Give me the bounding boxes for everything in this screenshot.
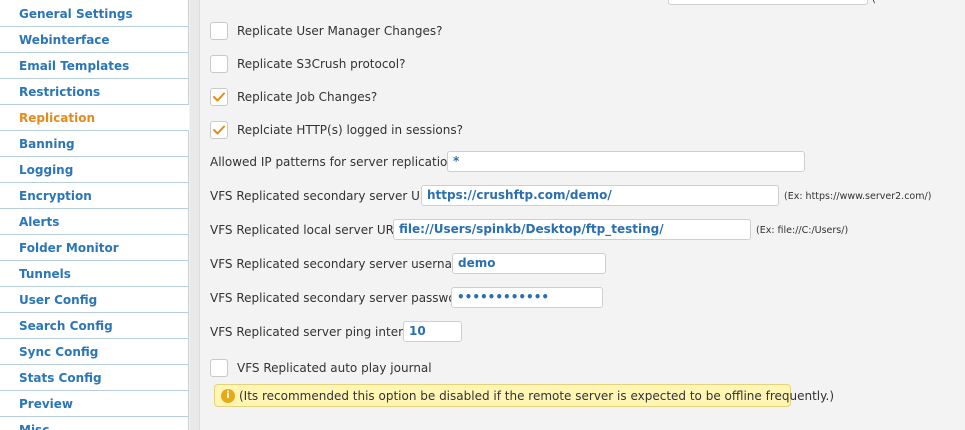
replicate-job-changes-label: Replicate Job Changes?	[237, 90, 378, 104]
sidebar-item-replication[interactable]: Replication	[0, 105, 189, 131]
sidebar-item-tunnels[interactable]: Tunnels	[0, 261, 189, 287]
sidebar-item-search-config[interactable]: Search Config	[0, 313, 189, 339]
replication-settings-panel: ( Replicate User Manager Changes? Replic…	[201, 0, 965, 430]
secondary-password-label: VFS Replicated secondary server password…	[210, 291, 476, 305]
sidebar-item-general-settings[interactable]: General Settings	[0, 1, 189, 27]
secondary-password-input[interactable]: ••••••••••••	[451, 287, 603, 308]
sidebar-item-alerts[interactable]: Alerts	[0, 209, 189, 235]
secondary-username-label: VFS Replicated secondary server username…	[210, 257, 479, 271]
sidebar-item-folder-monitor[interactable]: Folder Monitor	[0, 235, 189, 261]
ping-interval-label: VFS Replicated server ping interval	[210, 325, 421, 339]
previous-field-hint: (	[872, 0, 876, 5]
ping-interval-input[interactable]: 10	[403, 321, 462, 342]
secondary-url-label: VFS Replicated secondary server URL :	[210, 189, 443, 203]
sidebar-item-preview[interactable]: Preview	[0, 391, 189, 417]
sidebar-item-restrictions[interactable]: Restrictions	[0, 79, 189, 105]
sidebar-item-sync-config[interactable]: Sync Config	[0, 339, 189, 365]
sidebar-item-misc[interactable]: Misc	[0, 417, 189, 430]
sidebar-item-email-templates[interactable]: Email Templates	[0, 53, 189, 79]
secondary-url-hint: (Ex: https://www.server2.com/)	[784, 191, 932, 202]
sidebar-item-logging[interactable]: Logging	[0, 157, 189, 183]
allowed-ip-label: Allowed IP patterns for server replicati…	[210, 155, 463, 169]
sidebar-item-user-config[interactable]: User Config	[0, 287, 189, 313]
checkmark-icon	[213, 92, 225, 102]
replicate-job-changes-checkbox[interactable]	[210, 88, 228, 106]
local-url-label: VFS Replicated local server URL :	[210, 223, 409, 237]
info-icon: i	[221, 389, 235, 403]
sidebar-item-encryption[interactable]: Encryption	[0, 183, 189, 209]
sidebar-item-webinterface[interactable]: Webinterface	[0, 27, 189, 53]
replicate-s3crush-checkbox[interactable]	[210, 55, 228, 73]
sidebar-item-banning[interactable]: Banning	[0, 131, 189, 157]
secondary-username-input[interactable]: demo	[452, 253, 606, 274]
previous-field-input[interactable]	[668, 0, 868, 5]
replicate-http-sessions-checkbox[interactable]	[210, 121, 228, 139]
offline-warning-text: (Its recommended this option be disabled…	[239, 389, 835, 403]
replicate-user-manager-checkbox[interactable]	[210, 22, 228, 40]
sidebar-divider	[190, 0, 200, 430]
checkmark-icon	[213, 125, 225, 135]
local-url-hint: (Ex: file://C:/Users/)	[756, 225, 849, 236]
allowed-ip-input[interactable]: *	[447, 151, 805, 172]
settings-sidebar: General Settings Webinterface Email Temp…	[0, 0, 189, 430]
replicate-user-manager-label: Replicate User Manager Changes?	[237, 24, 443, 38]
local-url-input[interactable]: file://Users/spinkb/Desktop/ftp_testing/	[393, 219, 751, 240]
secondary-url-input[interactable]: https://crushftp.com/demo/	[421, 185, 779, 206]
offline-warning-note: i (Its recommended this option be disabl…	[214, 384, 834, 407]
replicate-http-sessions-label: Replciate HTTP(s) logged in sessions?	[237, 123, 463, 137]
auto-play-journal-label: VFS Replicated auto play journal	[237, 361, 432, 375]
replicate-s3crush-label: Replicate S3Crush protocol?	[237, 57, 406, 71]
auto-play-journal-checkbox[interactable]	[210, 359, 228, 377]
sidebar-item-stats-config[interactable]: Stats Config	[0, 365, 189, 391]
